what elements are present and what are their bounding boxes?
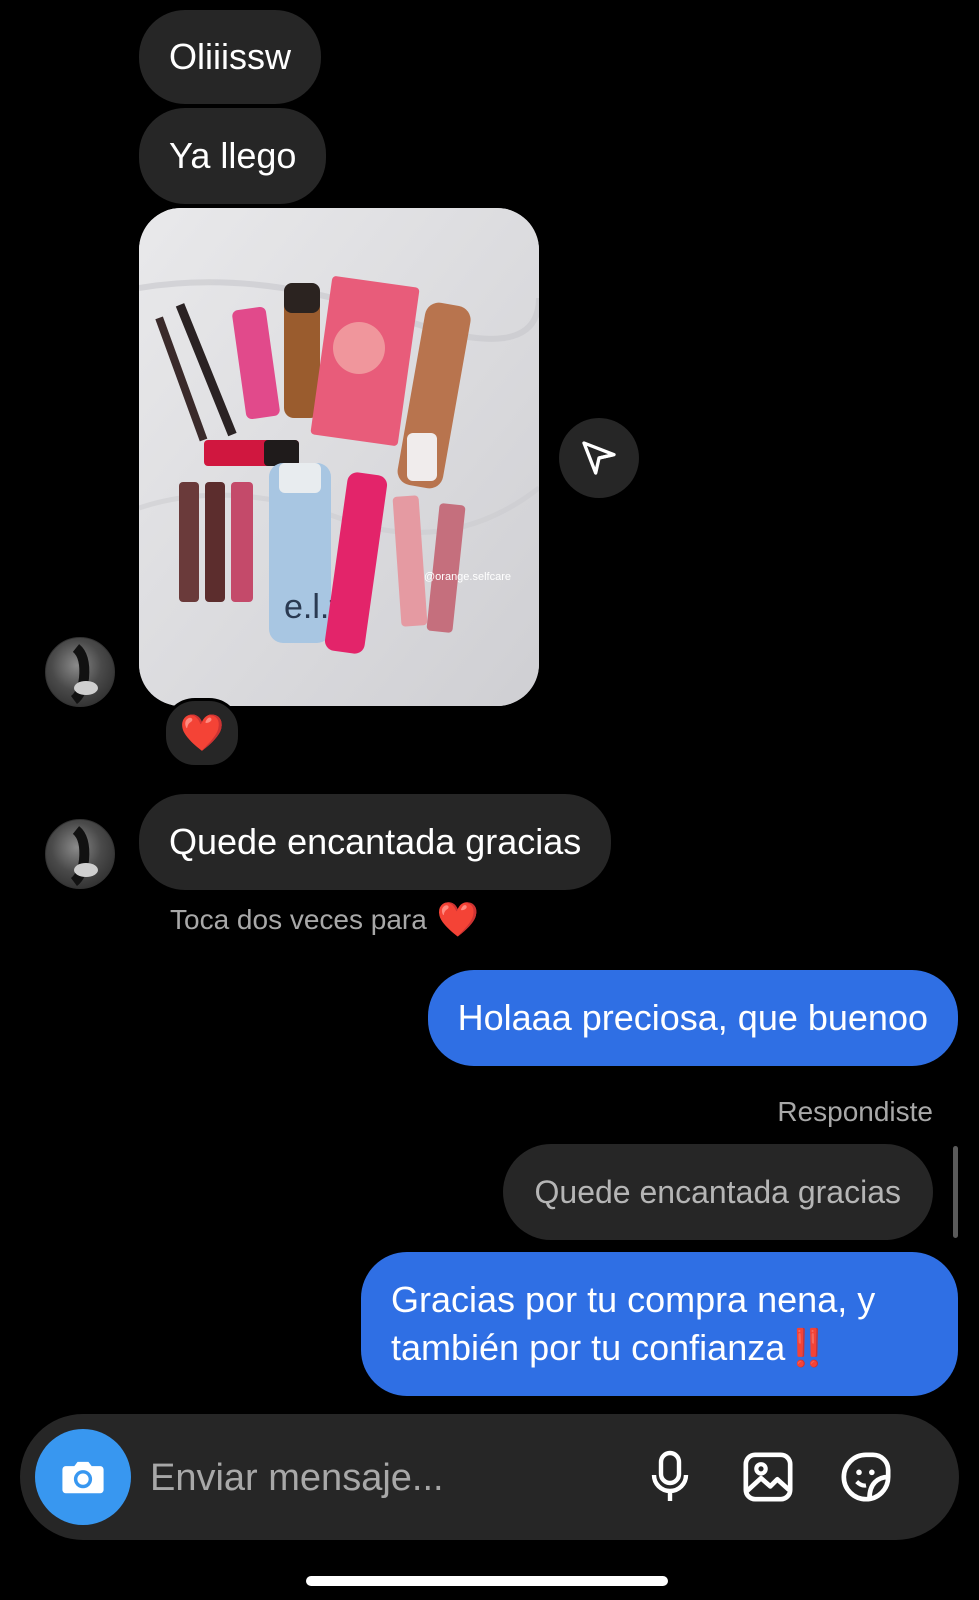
microphone-button[interactable] [638,1445,702,1509]
microphone-icon [651,1450,689,1501]
hint-text: Toca dos veces para [170,904,427,935]
quoted-message[interactable]: Quede encantada gracias [502,1144,933,1240]
message-text: Oliiissw [169,36,291,77]
gallery-button[interactable] [736,1445,800,1509]
avatar-image [70,826,98,886]
message-text: Ya llego [169,135,297,176]
reply-indicator-bar [953,1146,958,1238]
photo-message[interactable]: e.l.f @orange.selfcare [139,208,539,706]
photo-watermark: @orange.selfcare [424,571,511,583]
double-tap-hint: Toca dos veces para ❤️ [170,900,479,940]
home-indicator[interactable] [306,1576,668,1586]
chat-screen: Oliiissw Ya llego e.l.f @orange.selfcare… [0,0,979,1600]
avatar[interactable] [45,637,115,707]
message-text: Quede encantada gracias [169,821,582,862]
incoming-message[interactable]: Oliiissw [139,10,321,104]
camera-button[interactable] [35,1429,131,1525]
message-composer [20,1414,959,1540]
avatar-image [70,644,98,704]
send-icon [582,441,616,475]
sticker-button[interactable] [834,1445,898,1509]
heart-icon: ❤️ [179,712,225,753]
heart-reaction[interactable]: ❤️ [163,698,241,768]
replied-label: Respondiste [777,1096,933,1127]
gallery-icon [743,1452,793,1502]
share-button[interactable] [559,418,639,498]
incoming-message[interactable]: Quede encantada gracias [139,794,612,890]
quoted-text: Quede encantada gracias [534,1173,901,1210]
message-text: Gracias por tu compra nena, y también po… [391,1276,922,1372]
sticker-icon [841,1452,891,1502]
makeup-products-photo: e.l.f @orange.selfcare [139,208,539,706]
heart-icon[interactable]: ❤️ [437,900,479,940]
camera-icon [62,1461,104,1494]
outgoing-message[interactable]: Gracias por tu compra nena, y también po… [361,1252,958,1396]
incoming-message[interactable]: Ya llego [139,108,327,204]
message-text: Holaaa preciosa, que buenoo [457,997,928,1038]
message-input[interactable] [148,1444,632,1512]
outgoing-message[interactable]: Holaaa preciosa, que buenoo [427,970,958,1066]
avatar[interactable] [45,819,115,889]
double-exclamation-emoji: ‼️ [785,1327,831,1368]
